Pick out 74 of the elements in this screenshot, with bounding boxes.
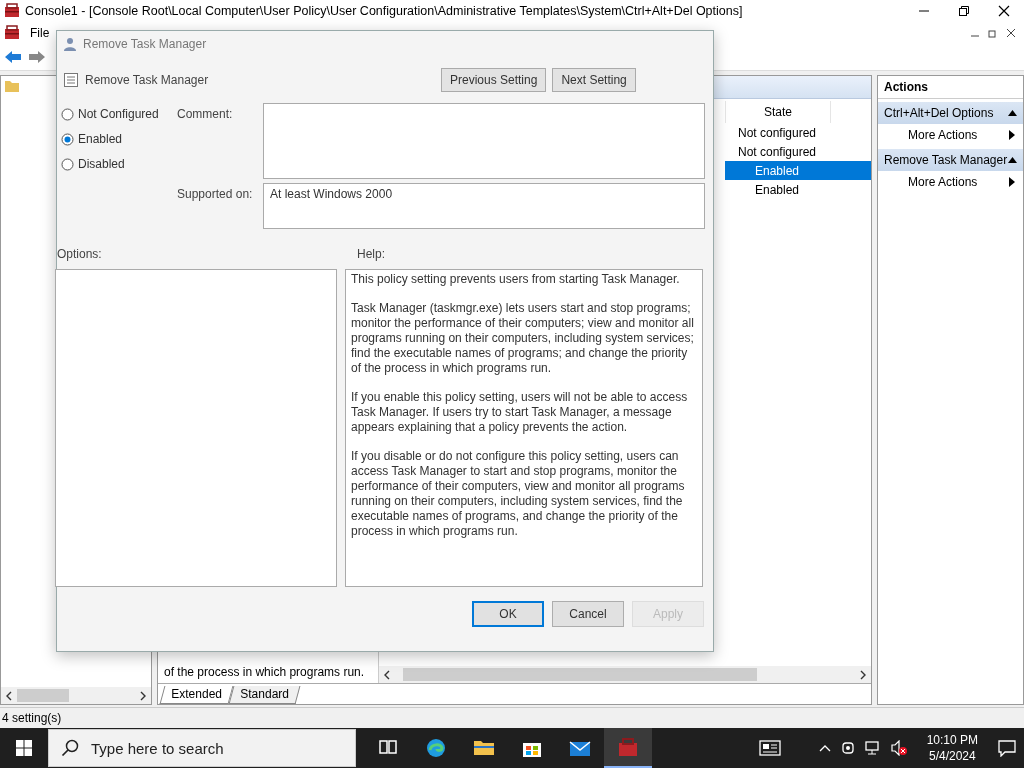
close-icon[interactable] (998, 5, 1010, 17)
collapse-icon (1008, 157, 1017, 163)
dialog-button[interactable]: Cancel (552, 601, 624, 627)
setting-name: Remove Task Manager (85, 73, 210, 87)
view-tab[interactable]: Extended (159, 686, 234, 704)
scrollbar-thumb[interactable] (403, 668, 757, 681)
scroll-right-icon[interactable] (139, 690, 147, 701)
radio-icon[interactable] (61, 132, 74, 146)
restore-icon[interactable] (958, 5, 970, 17)
group-title: Remove Task Manager (884, 153, 1008, 167)
action-label: More Actions (908, 128, 978, 142)
radio-option[interactable]: Disabled (61, 157, 177, 171)
nav-button[interactable]: Previous Setting (441, 68, 547, 92)
action-group-header[interactable]: Remove Task Manager (878, 149, 1023, 171)
network-icon[interactable] (864, 740, 881, 756)
window-title: Console1 - [Console Root\Local Computer\User Policy\User Configuration\Administrative Templates\System\Ctrl+Alt+Del Options] (25, 4, 744, 18)
action-group-header[interactable]: Ctrl+Alt+Del Options (878, 102, 1023, 124)
folder-icon (4, 79, 20, 93)
nav-button[interactable]: Next Setting (552, 68, 636, 92)
user-icon (63, 37, 77, 51)
setting-row[interactable]: Not configured (725, 142, 871, 161)
radio-icon[interactable] (61, 157, 74, 171)
help-paragraph: This policy setting prevents users from starting Task Manager. (351, 272, 681, 287)
dialog-title: Remove Task Manager (83, 37, 207, 51)
view-tab[interactable]: Standard (228, 686, 300, 704)
setting-row[interactable]: Enabled (725, 161, 871, 180)
collapse-icon (1008, 110, 1017, 116)
scroll-right-icon[interactable] (859, 669, 867, 680)
chevron-up-icon[interactable] (818, 744, 831, 752)
muted-speaker-icon[interactable] (890, 740, 907, 756)
description-text: of the process in which programs run. (164, 665, 366, 679)
search-icon (61, 739, 79, 757)
help-paragraph: Task Manager (taskmgr.exe) lets users start and stop programs; monitor the performance of their computers; view and monitor all programs running on their computers, including system services; find the executable names of programs; and change the priority of the process in which programs run. (351, 301, 695, 376)
actions-header: Actions (878, 76, 1023, 99)
scroll-left-icon[interactable] (383, 669, 391, 680)
help-paragraph: If you disable or do not configure this policy setting, users can access Task Manager to start and stop programs, monitor the performance of their computers, view and monitor all programs running on their computers, including system services, find the executable names of programs, and change the priority of the process in which programs run. (351, 449, 686, 539)
clock[interactable]: 10:10 PM 5/4/2024 (916, 732, 988, 764)
action-item[interactable]: More Actions (878, 171, 1023, 193)
search-field[interactable]: Type here to search (48, 729, 356, 767)
close-icon[interactable] (1006, 28, 1016, 38)
field-label: Comment: (177, 106, 234, 123)
status-text: 4 setting(s) (2, 711, 62, 725)
setting-row[interactable]: Enabled (725, 180, 871, 199)
toolbox-icon (4, 3, 20, 19)
back-arrow-icon[interactable] (4, 50, 22, 64)
notification-icon[interactable] (998, 739, 1016, 757)
action-label: More Actions (908, 175, 978, 189)
scroll-left-icon[interactable] (5, 690, 13, 701)
group-title: Ctrl+Alt+Del Options (884, 106, 994, 120)
scrollbar-thumb[interactable] (17, 689, 69, 702)
toolbox-icon (4, 25, 20, 41)
forward-arrow-icon[interactable] (28, 50, 46, 64)
help-paragraph: If you enable this policy setting, users will not be able to access Task Manager. If users try to start Task Manager, a message appears explaining that a policy prevents the action. (351, 390, 689, 435)
toolbox-icon[interactable] (604, 728, 652, 768)
windows-logo-icon[interactable] (16, 740, 32, 756)
section-label: Help: (357, 247, 385, 261)
menu-item[interactable]: File (28, 26, 52, 40)
supported-field: At least Windows 2000 (263, 183, 705, 229)
radio-option[interactable]: Not Configured (61, 107, 177, 121)
submenu-arrow-icon (1009, 130, 1015, 140)
policy-icon (63, 72, 79, 88)
action-item[interactable]: More Actions (878, 124, 1023, 146)
column-header[interactable]: State (725, 101, 831, 123)
dialog-button[interactable]: OK (472, 601, 544, 627)
submenu-arrow-icon (1009, 177, 1015, 187)
search-input[interactable]: Type here to search (89, 738, 333, 758)
camera-icon[interactable] (840, 740, 855, 756)
comment-field[interactable] (263, 103, 705, 179)
field-label: Supported on: (177, 186, 254, 203)
radio-icon[interactable] (61, 107, 74, 121)
news-icon[interactable] (758, 740, 781, 756)
radio-option[interactable]: Enabled (61, 132, 177, 146)
section-label: Options: (57, 247, 103, 261)
setting-row[interactable]: Not configured (725, 123, 871, 142)
